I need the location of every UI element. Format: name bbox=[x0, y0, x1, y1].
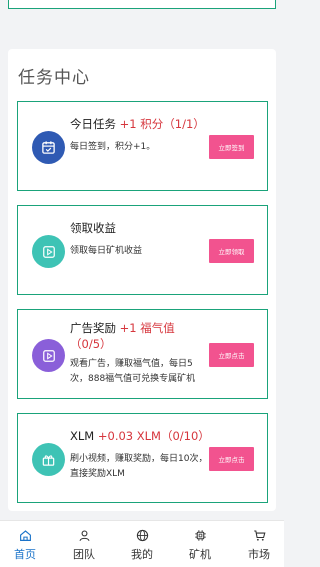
task-card-collect-earnings: 领取收益 领取每日矿机收益 立即领取 bbox=[17, 205, 268, 295]
tab-home[interactable]: 首页 bbox=[0, 521, 53, 567]
task-reward: +1 积分（1/1） bbox=[119, 117, 205, 131]
gift-box-icon bbox=[32, 443, 65, 476]
task-card-ad-reward: 广告奖励 +1 福气值（0/5） 观看广告，赚取福气值，每日5次，888福气值可… bbox=[17, 309, 268, 399]
checkin-button[interactable]: 立即签到 bbox=[209, 135, 254, 159]
tab-market[interactable]: 市场 bbox=[231, 521, 287, 567]
task-title: 今日任务 +1 积分（1/1） bbox=[70, 116, 210, 132]
tab-team[interactable]: 团队 bbox=[56, 521, 112, 567]
task-center-title: 任务中心 bbox=[18, 68, 90, 88]
task-title-text: 广告奖励 bbox=[70, 321, 116, 335]
tab-label: 我的 bbox=[131, 548, 153, 561]
task-title-text: 今日任务 bbox=[70, 117, 116, 131]
tab-label: 市场 bbox=[248, 548, 270, 561]
collect-button[interactable]: 立即领取 bbox=[209, 239, 254, 263]
task-card-daily-checkin: 今日任务 +1 积分（1/1） 每日签到，积分+1。 立即签到 bbox=[17, 101, 268, 191]
play-square-icon bbox=[32, 339, 65, 372]
video-reward-button[interactable]: 立即点击 bbox=[209, 447, 254, 471]
task-center-panel: 任务中心 今日任务 +1 积分（1/1） 每日签到，积分+1。 立即签到 领取收… bbox=[8, 49, 276, 511]
task-title: XLM +0.03 XLM（0/10） bbox=[70, 428, 210, 444]
globe-icon bbox=[136, 529, 148, 542]
task-title: 广告奖励 +1 福气值（0/5） bbox=[70, 320, 210, 352]
team-icon bbox=[79, 530, 89, 541]
tab-label: 矿机 bbox=[189, 548, 211, 561]
chip-icon bbox=[194, 530, 206, 541]
task-desc: 观看广告，赚取福气值，每日5次，888福气值可兑换专属矿机 bbox=[70, 359, 196, 384]
ad-reward-button[interactable]: 立即点击 bbox=[209, 343, 254, 367]
task-desc: 刷小视频，赚取奖励，每日10次，直接奖励XLM bbox=[70, 454, 208, 479]
previous-card-edge bbox=[8, 0, 276, 9]
task-desc: 领取每日矿机收益 bbox=[70, 246, 143, 256]
tab-label: 首页 bbox=[14, 548, 36, 561]
play-square-icon bbox=[32, 235, 65, 268]
bottom-tab-bar: 首页 团队 我的 矿机 市场 bbox=[0, 520, 284, 567]
tab-miner[interactable]: 矿机 bbox=[172, 521, 228, 567]
cart-icon bbox=[253, 530, 265, 541]
task-title-text: XLM bbox=[70, 429, 95, 443]
task-desc: 每日签到，积分+1。 bbox=[70, 142, 156, 152]
tab-mine[interactable]: 我的 bbox=[114, 521, 170, 567]
tab-label: 团队 bbox=[73, 548, 95, 561]
calendar-check-icon bbox=[32, 131, 65, 164]
home-icon bbox=[19, 530, 31, 541]
task-title: 领取收益 bbox=[70, 221, 116, 235]
task-reward: +0.03 XLM（0/10） bbox=[97, 429, 210, 443]
task-card-xlm-video: XLM +0.03 XLM（0/10） 刷小视频，赚取奖励，每日10次，直接奖励… bbox=[17, 413, 268, 503]
